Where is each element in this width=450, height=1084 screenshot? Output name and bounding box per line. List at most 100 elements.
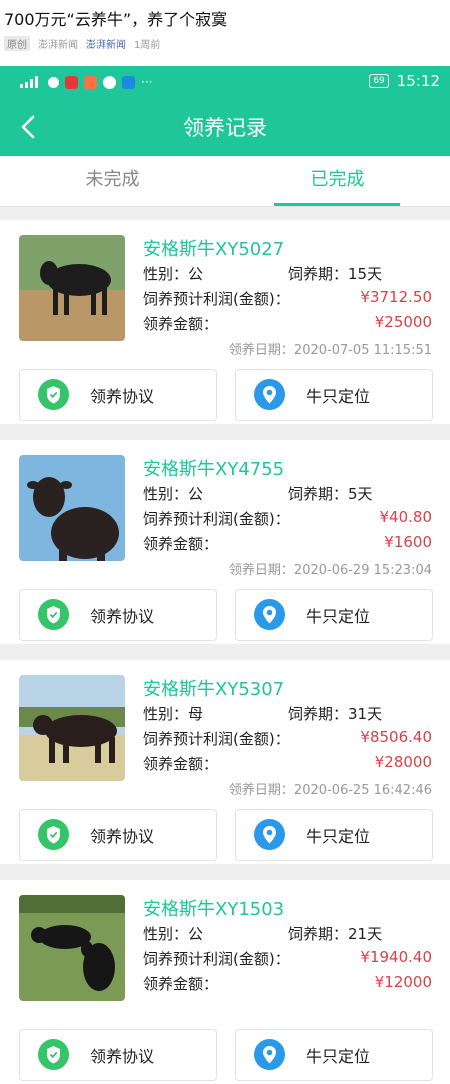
status-right: 69 15:12: [369, 72, 440, 90]
battery-icon: 69: [369, 74, 389, 88]
locate-label: 牛只定位: [306, 387, 371, 406]
locate-button[interactable]: 牛只定位: [235, 589, 433, 641]
profit-label: 饲养预计利润(金额)：: [143, 290, 290, 308]
profit-label: 饲养预计利润(金额)：: [143, 730, 290, 748]
amount-value: ¥28000: [374, 753, 432, 771]
profit-value: ¥8506.40: [360, 728, 432, 746]
tab-bar: 未完成 已完成: [0, 156, 450, 207]
profit-value: ¥3712.50: [360, 288, 432, 306]
nav-bar: 领养记录: [0, 98, 450, 156]
agreement-button[interactable]: 领养协议: [19, 809, 217, 861]
gender-label: 性别：: [143, 485, 189, 503]
tab-completed[interactable]: 已完成: [225, 156, 450, 206]
article-meta: 原创 澎湃新闻 澎湃新闻 1周前: [4, 36, 160, 51]
chat-icon: [103, 75, 116, 89]
cow-name[interactable]: 安格斯牛XY1503: [143, 895, 284, 921]
app-icon-blue: [122, 75, 135, 89]
record-card[interactable]: 安格斯牛XY4755 性别：公 饲养期：5天饲养预计利润(金额)： ¥40.80 领养金…: [0, 440, 450, 644]
agreement-label: 领养协议: [90, 387, 155, 406]
cow-name[interactable]: 安格斯牛XY5027: [143, 235, 284, 261]
period-row: 饲养期：5天: [288, 483, 373, 504]
locate-label: 牛只定位: [306, 827, 371, 846]
gender-row: 性别：母: [143, 703, 203, 724]
gender-label: 性别：: [143, 705, 189, 723]
period-row: 饲养期：31天: [288, 703, 382, 724]
amount-label: 领养金额：: [143, 315, 219, 333]
period-label: 饲养期：: [288, 485, 349, 503]
locate-button[interactable]: 牛只定位: [235, 1029, 433, 1081]
locate-button[interactable]: 牛只定位: [235, 369, 433, 421]
status-icons: ···: [20, 75, 152, 89]
article-time: 1周前: [134, 40, 161, 51]
gender-value: 公: [188, 925, 204, 943]
shield-icon: [38, 599, 69, 630]
amount-value: ¥25000: [374, 313, 432, 331]
tab-incomplete[interactable]: 未完成: [0, 156, 225, 206]
page-title: 领养记录: [183, 116, 267, 140]
shield-icon: [38, 379, 69, 410]
date-value: 2020-06-25 16:42:46: [293, 783, 432, 798]
profit-label: 饲养预计利润(金额)：: [143, 950, 290, 968]
period-value: 15天: [348, 265, 383, 283]
period-row: 饲养期：21天: [288, 923, 382, 944]
location-pin-icon: [254, 379, 285, 410]
period-label: 饲养期：: [288, 705, 349, 723]
gender-label: 性别：: [143, 265, 189, 283]
agreement-label: 领养协议: [90, 1047, 155, 1066]
record-card[interactable]: 安格斯牛XY5307 性别：母 饲养期：31天 饲养预计利润(金额)： ¥8506.40…: [0, 660, 450, 864]
period-label: 饲养期：: [288, 265, 349, 283]
date-label: 领养日期：: [228, 783, 294, 798]
signal-icon: [20, 76, 42, 88]
period-value: 31天: [348, 705, 383, 723]
amount-label: 领养金额：: [143, 975, 219, 993]
cow-photo: [19, 455, 125, 561]
article-source: 澎湃新闻: [38, 40, 78, 51]
adopt-date: 领养日期：2020-07-05 11:15:51: [229, 339, 432, 358]
gender-row: 性别：公: [143, 263, 203, 284]
cow-photo: [19, 675, 125, 781]
amount-value: ¥12000: [374, 973, 432, 991]
source-link[interactable]: 澎湃新闻: [86, 36, 126, 51]
gender-row: 性别：公: [143, 483, 203, 504]
gender-value: 母: [188, 705, 204, 723]
record-card[interactable]: 安格斯牛XY1503 性别：公 饲养期：21天 饲养预计利润(金额)： ¥1940.40…: [0, 880, 450, 1084]
adopt-date: 领养日期：2020-06-29 15:23:04: [229, 559, 432, 578]
period-label: 饲养期：: [288, 925, 349, 943]
article-title[interactable]: 700万元“云养牛”，养了个寂寞: [4, 6, 227, 30]
adopt-date: 领养日期：2020-06-25 16:42:46: [229, 779, 432, 798]
more-icon: ···: [141, 75, 153, 89]
locate-label: 牛只定位: [306, 1047, 371, 1066]
gender-label: 性别：: [143, 925, 189, 943]
status-bar: ··· 69 15:12: [0, 66, 450, 98]
profit-value: ¥1940.40: [360, 948, 432, 966]
cow-photo: [19, 895, 125, 1001]
record-card[interactable]: 安格斯牛XY5027 性别：公 饲养期：15天 饲养预计利润(金额)： ¥3712.50…: [0, 220, 450, 424]
date-label: 领养日期：: [228, 563, 294, 578]
date-value: 2020-06-29 15:23:04: [293, 563, 432, 578]
amount-value: ¥1600: [384, 533, 432, 551]
shield-icon: [38, 819, 69, 850]
profit-value: ¥40.80: [379, 508, 433, 526]
date-label: 领养日期：: [228, 343, 294, 358]
agreement-button[interactable]: 领养协议: [19, 1029, 217, 1081]
amount-label: 领养金额：: [143, 755, 219, 773]
tab-active-indicator: [274, 203, 400, 206]
location-pin-icon: [254, 819, 285, 850]
notification-icon: [48, 76, 59, 88]
period-row: 饲养期：15天: [288, 263, 382, 284]
cow-name[interactable]: 安格斯牛XY4755: [143, 455, 284, 481]
profit-label: 饲养预计利润(金额)：: [143, 510, 290, 528]
amount-label: 领养金额：: [143, 535, 219, 553]
gender-row: 性别：公: [143, 923, 203, 944]
locate-button[interactable]: 牛只定位: [235, 809, 433, 861]
agreement-label: 领养协议: [90, 607, 155, 626]
app-icon-orange: [84, 75, 97, 89]
app-icon-red: [65, 75, 78, 89]
locate-label: 牛只定位: [306, 607, 371, 626]
agreement-button[interactable]: 领养协议: [19, 589, 217, 641]
original-tag: 原创: [4, 36, 30, 51]
cow-name[interactable]: 安格斯牛XY5307: [143, 675, 284, 701]
gender-value: 公: [188, 265, 204, 283]
date-value: 2020-07-05 11:15:51: [293, 343, 432, 358]
agreement-button[interactable]: 领养协议: [19, 369, 217, 421]
